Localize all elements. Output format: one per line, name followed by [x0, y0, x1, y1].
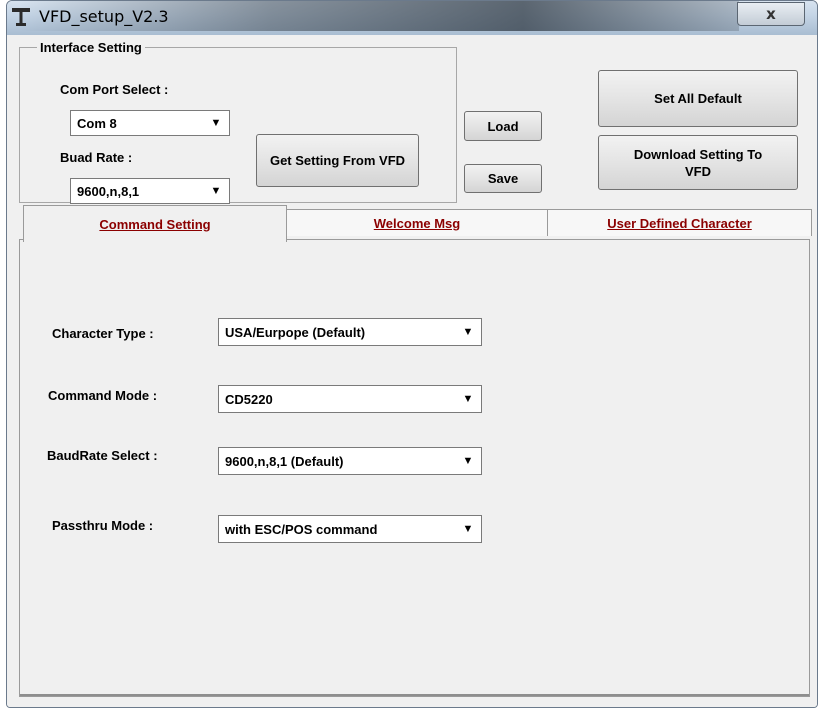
- tab-welcome-msg[interactable]: Welcome Msg: [285, 209, 549, 236]
- com-port-select[interactable]: Com 8 ▼: [70, 110, 230, 136]
- close-icon: x: [766, 5, 776, 23]
- command-mode-label: Command Mode :: [48, 388, 158, 403]
- client-area: Com Port Select : Com 8 ▼ Buad Rate : 96…: [7, 35, 817, 707]
- window-title: VFD_setup_V2.3: [39, 7, 169, 26]
- close-button[interactable]: x: [737, 2, 805, 26]
- passthru-mode-label: Passthru Mode :: [52, 518, 154, 533]
- com-port-value: Com 8: [77, 116, 117, 131]
- command-mode-select[interactable]: CD5220 ▼: [218, 385, 482, 413]
- baudrate-select-value: 9600,n,8,1 (Default): [225, 454, 344, 469]
- tab-command-setting[interactable]: Command Setting: [23, 205, 287, 242]
- baud-rate-value: 9600,n,8,1: [77, 184, 140, 199]
- chevron-down-icon[interactable]: ▼: [457, 321, 479, 343]
- save-button[interactable]: Save: [464, 164, 542, 193]
- character-type-label: Character Type :: [52, 326, 154, 341]
- chevron-down-icon[interactable]: ▼: [205, 181, 227, 201]
- get-setting-from-vfd-button[interactable]: Get Setting From VFD: [256, 134, 419, 187]
- baudrate-select[interactable]: 9600,n,8,1 (Default) ▼: [218, 447, 482, 475]
- baud-rate-label: Buad Rate :: [60, 150, 133, 165]
- interface-setting-group: Com Port Select : Com 8 ▼ Buad Rate : 96…: [19, 47, 457, 204]
- command-mode-value: CD5220: [225, 392, 273, 407]
- chevron-down-icon[interactable]: ▼: [205, 113, 227, 133]
- passthru-mode-select[interactable]: with ESC/POS command ▼: [218, 515, 482, 543]
- character-type-select[interactable]: USA/Eurpope (Default) ▼: [218, 318, 482, 346]
- passthru-mode-value: with ESC/POS command: [225, 522, 378, 537]
- baudrate-select-label: BaudRate Select :: [47, 448, 158, 463]
- chevron-down-icon[interactable]: ▼: [457, 388, 479, 410]
- baud-rate-select[interactable]: 9600,n,8,1 ▼: [70, 178, 230, 204]
- set-all-default-button[interactable]: Set All Default: [598, 70, 798, 127]
- load-button[interactable]: Load: [464, 111, 542, 141]
- command-setting-panel: Character Type : USA/Eurpope (Default) ▼…: [19, 239, 810, 697]
- chevron-down-icon[interactable]: ▼: [457, 518, 479, 540]
- chevron-down-icon[interactable]: ▼: [457, 450, 479, 472]
- title-bar[interactable]: VFD_setup_V2.3 x: [7, 1, 817, 35]
- download-setting-button[interactable]: Download Setting To VFD: [598, 135, 798, 190]
- com-port-label: Com Port Select :: [60, 82, 169, 97]
- character-type-value: USA/Eurpope (Default): [225, 325, 366, 340]
- app-icon: [11, 7, 31, 27]
- tab-user-defined-character[interactable]: User Defined Character: [547, 209, 812, 236]
- interface-setting-legend: Interface Setting: [37, 40, 145, 55]
- app-window: VFD_setup_V2.3 x Com Port Select : Com 8…: [6, 0, 818, 708]
